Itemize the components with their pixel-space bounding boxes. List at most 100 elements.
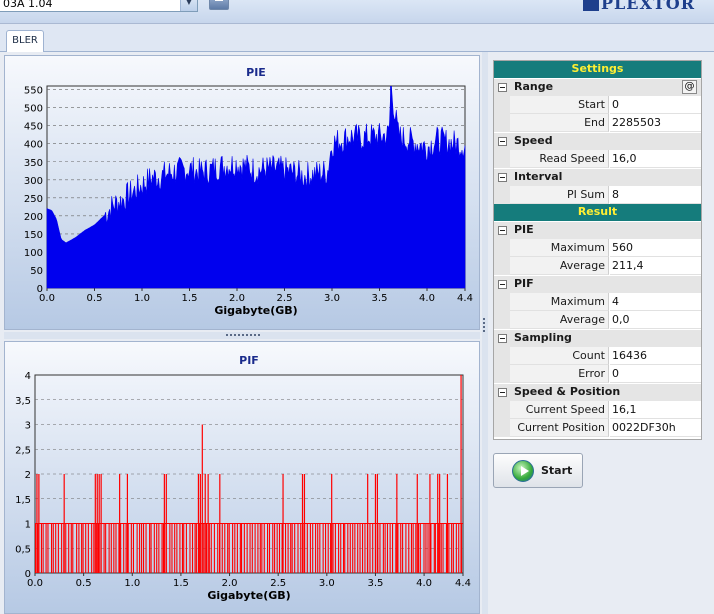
x-tick-label: 1.5 [173, 578, 189, 589]
main-content: PIE 0 50 100 150 200 250 300 350 400 450 500 550 0.0 0… [0, 52, 714, 614]
tab-bler[interactable]: BLER [6, 30, 44, 53]
x-tick-label: 0.0 [39, 293, 55, 304]
y-tick-label: 2,5 [15, 445, 31, 456]
y-tick-label: 1 [25, 520, 31, 531]
x-tick-label: 3.5 [368, 578, 384, 589]
tab-strip: BLER [0, 24, 714, 53]
category-sampling[interactable]: Sampling [494, 329, 701, 347]
play-icon [512, 460, 534, 482]
category-speed-position[interactable]: Speed & Position [494, 383, 701, 401]
row-pie-maximum: Maximum 560 [494, 239, 701, 257]
y-tick-label: 4 [25, 371, 31, 382]
pif-average-value: 0,0 [610, 311, 701, 329]
current-position-value: 0022DF30h [610, 419, 701, 437]
category-interval[interactable]: Interval [494, 168, 701, 186]
x-tick-label: 4.4 [455, 578, 471, 589]
y-tick-label: 3 [25, 421, 31, 432]
pi-sum-label: PI Sum [510, 186, 609, 204]
y-tick-label: 350 [24, 158, 43, 169]
row-pie-average: Average 211,4 [494, 257, 701, 275]
current-speed-label: Current Speed [510, 401, 609, 419]
x-tick-label: 1.0 [124, 578, 140, 589]
y-tick-label: 3,5 [15, 396, 31, 407]
category-label: Interval [514, 170, 563, 183]
category-label: Speed [514, 134, 553, 147]
category-pie[interactable]: PIE [494, 221, 701, 239]
horizontal-splitter[interactable] [4, 332, 480, 339]
x-tick-label: 0.5 [87, 293, 103, 304]
chevron-down-icon[interactable]: ▼ [180, 0, 197, 11]
category-speed[interactable]: Speed [494, 132, 701, 150]
pie-chart: PIE0501001502002503003504004505005500.0 0… [24, 66, 473, 317]
category-label: Sampling [514, 331, 572, 344]
row-read-speed: Read Speed 16,0 [494, 150, 701, 168]
x-tick-label: 3.0 [324, 293, 340, 304]
drive-select-label: 03A 1.04 [3, 0, 53, 10]
start-button[interactable]: Start [493, 453, 583, 488]
x-tick-label: 3.0 [319, 578, 335, 589]
y-tick-label: 1,5 [15, 495, 31, 506]
start-field[interactable]: 0 [610, 96, 701, 114]
collapse-icon[interactable] [498, 83, 507, 92]
pie-maximum-label: Maximum [510, 239, 609, 257]
x-tick-label: 4.4 [457, 293, 473, 304]
vertical-splitter[interactable] [482, 52, 488, 614]
pi-sum-field[interactable]: 8 [610, 186, 701, 204]
x-tick-label: 0.0 [27, 578, 43, 589]
row-current-position: Current Position 0022DF30h [494, 419, 701, 437]
y-tick-label: 100 [24, 248, 43, 259]
row-start: Start 0 [494, 96, 701, 114]
end-label: End [510, 114, 609, 132]
x-tick-label: 4.0 [416, 578, 432, 589]
pif-maximum-label: Maximum [510, 293, 609, 311]
row-pif-maximum: Maximum 4 [494, 293, 701, 311]
brand-mark-icon [583, 0, 599, 11]
row-pi-sum: PI Sum 8 [494, 186, 701, 204]
read-speed-label: Read Speed [510, 150, 609, 168]
x-tick-label: 1.5 [182, 293, 198, 304]
row-count: Count 16436 [494, 347, 701, 365]
y-tick-label: 150 [24, 230, 43, 241]
x-axis-label: Gigabyte(GB) [214, 304, 297, 317]
collapse-icon[interactable] [498, 137, 507, 146]
current-speed-value: 16,1 [610, 401, 701, 419]
category-label: PIF [514, 277, 534, 290]
start-label: Start [510, 96, 609, 114]
y-tick-label: 50 [30, 266, 43, 277]
row-current-speed: Current Speed 16,1 [494, 401, 701, 419]
y-tick-label: 400 [24, 140, 43, 151]
error-label: Error [510, 365, 609, 383]
grip-icon [226, 334, 260, 337]
row-pif-average: Average 0,0 [494, 311, 701, 329]
count-label: Count [510, 347, 609, 365]
error-value: 0 [610, 365, 701, 383]
read-speed-field[interactable]: 16,0 [610, 150, 701, 168]
range-at-button[interactable]: @ [682, 80, 697, 94]
toolbar: 03A 1.04 ▼ PLEXTOR [0, 0, 714, 24]
pie-average-label: Average [510, 257, 609, 275]
y-tick-label: 200 [24, 212, 43, 223]
pie-maximum-value: 560 [610, 239, 701, 257]
grip-icon [483, 318, 486, 332]
y-tick-label: 300 [24, 176, 43, 187]
collapse-icon[interactable] [498, 280, 507, 289]
drive-select[interactable]: 03A 1.04 ▼ [0, 0, 198, 12]
end-field[interactable]: 2285503 [610, 114, 701, 132]
start-button-label: Start [541, 464, 573, 477]
save-icon[interactable] [209, 0, 229, 10]
y-tick-label: 0,5 [15, 544, 31, 555]
brand-logo: PLEXTOR [583, 0, 695, 14]
category-range[interactable]: Range @ [494, 78, 701, 96]
collapse-icon[interactable] [498, 173, 507, 182]
x-tick-label: 2.5 [270, 578, 286, 589]
collapse-icon[interactable] [498, 334, 507, 343]
category-label: Speed & Position [514, 385, 621, 398]
pif-chart: PIF00,511,522,533,540.0 0.5 1.0 1.5 2.0 2.5 3.… [15, 354, 471, 602]
category-pif[interactable]: PIF [494, 275, 701, 293]
property-grid: Settings Range @ Start 0 End 2285503 Spe… [493, 60, 702, 440]
pif-maximum-value: 4 [610, 293, 701, 311]
chart-title: PIF [239, 354, 259, 367]
collapse-icon[interactable] [498, 388, 507, 397]
brand-name: PLEXTOR [601, 0, 696, 13]
collapse-icon[interactable] [498, 226, 507, 235]
